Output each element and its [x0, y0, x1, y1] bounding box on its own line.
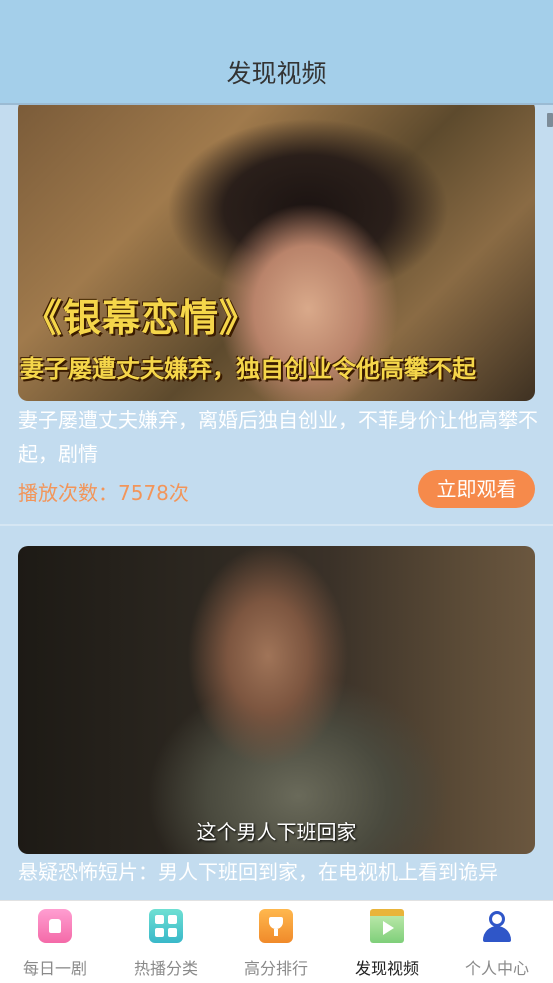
play-count-label: 播放次数：: [18, 481, 118, 505]
divider: [0, 524, 553, 526]
tab-label: 热播分类: [133, 959, 198, 978]
thumbnail-title: 《银幕恋情》: [24, 295, 259, 340]
watch-now-button[interactable]: 立即观看: [418, 470, 535, 508]
video-feed[interactable]: 《银幕恋情》 妻子屡遭丈夫嫌弃，独自创业令他高攀不起 妻子屡遭丈夫嫌弃，离婚后独…: [0, 105, 553, 900]
tab-hot-categories[interactable]: 热播分类: [111, 901, 221, 983]
tab-top-rated[interactable]: 高分排行: [221, 901, 331, 983]
scrollbar-thumb[interactable]: [547, 113, 553, 127]
video-icon: [370, 909, 404, 943]
video-thumbnail[interactable]: 这个男人下班回家: [18, 546, 535, 854]
video-description: 妻子屡遭丈夫嫌弃，离婚后独自创业，不菲身价让他高攀不起，剧情: [18, 408, 538, 466]
play-count-value: 7578次: [118, 481, 189, 505]
video-thumbnail[interactable]: 《银幕恋情》 妻子屡遭丈夫嫌弃，独自创业令他高攀不起: [18, 105, 535, 401]
video-description: 悬疑恐怖短片：男人下班回到家，在电视机上看到诡异: [18, 860, 498, 884]
trophy-icon: [259, 909, 293, 943]
app-header: 发现视频: [0, 0, 553, 105]
page-title: 发现视频: [226, 59, 327, 88]
thumbnail-caption: 这个男人下班回家: [196, 820, 357, 844]
tab-label: 高分排行: [243, 959, 308, 978]
bottom-tab-bar: 每日一剧 热播分类 高分排行 发现视频 个人中心: [0, 900, 553, 983]
tab-label: 每日一剧: [22, 959, 87, 978]
home-icon: [38, 909, 72, 943]
play-count: 播放次数：7578次: [18, 477, 189, 506]
thumbnail-subtitle: 妻子屡遭丈夫嫌弃，独自创业令他高攀不起: [20, 355, 476, 383]
tab-daily-drama[interactable]: 每日一剧: [0, 901, 110, 983]
tab-label: 个人中心: [464, 959, 529, 978]
tab-profile[interactable]: 个人中心: [442, 901, 552, 983]
user-icon: [480, 909, 514, 943]
tab-label: 发现视频: [354, 959, 419, 978]
tab-discover-videos[interactable]: 发现视频: [332, 901, 442, 983]
grid-icon: [149, 909, 183, 943]
